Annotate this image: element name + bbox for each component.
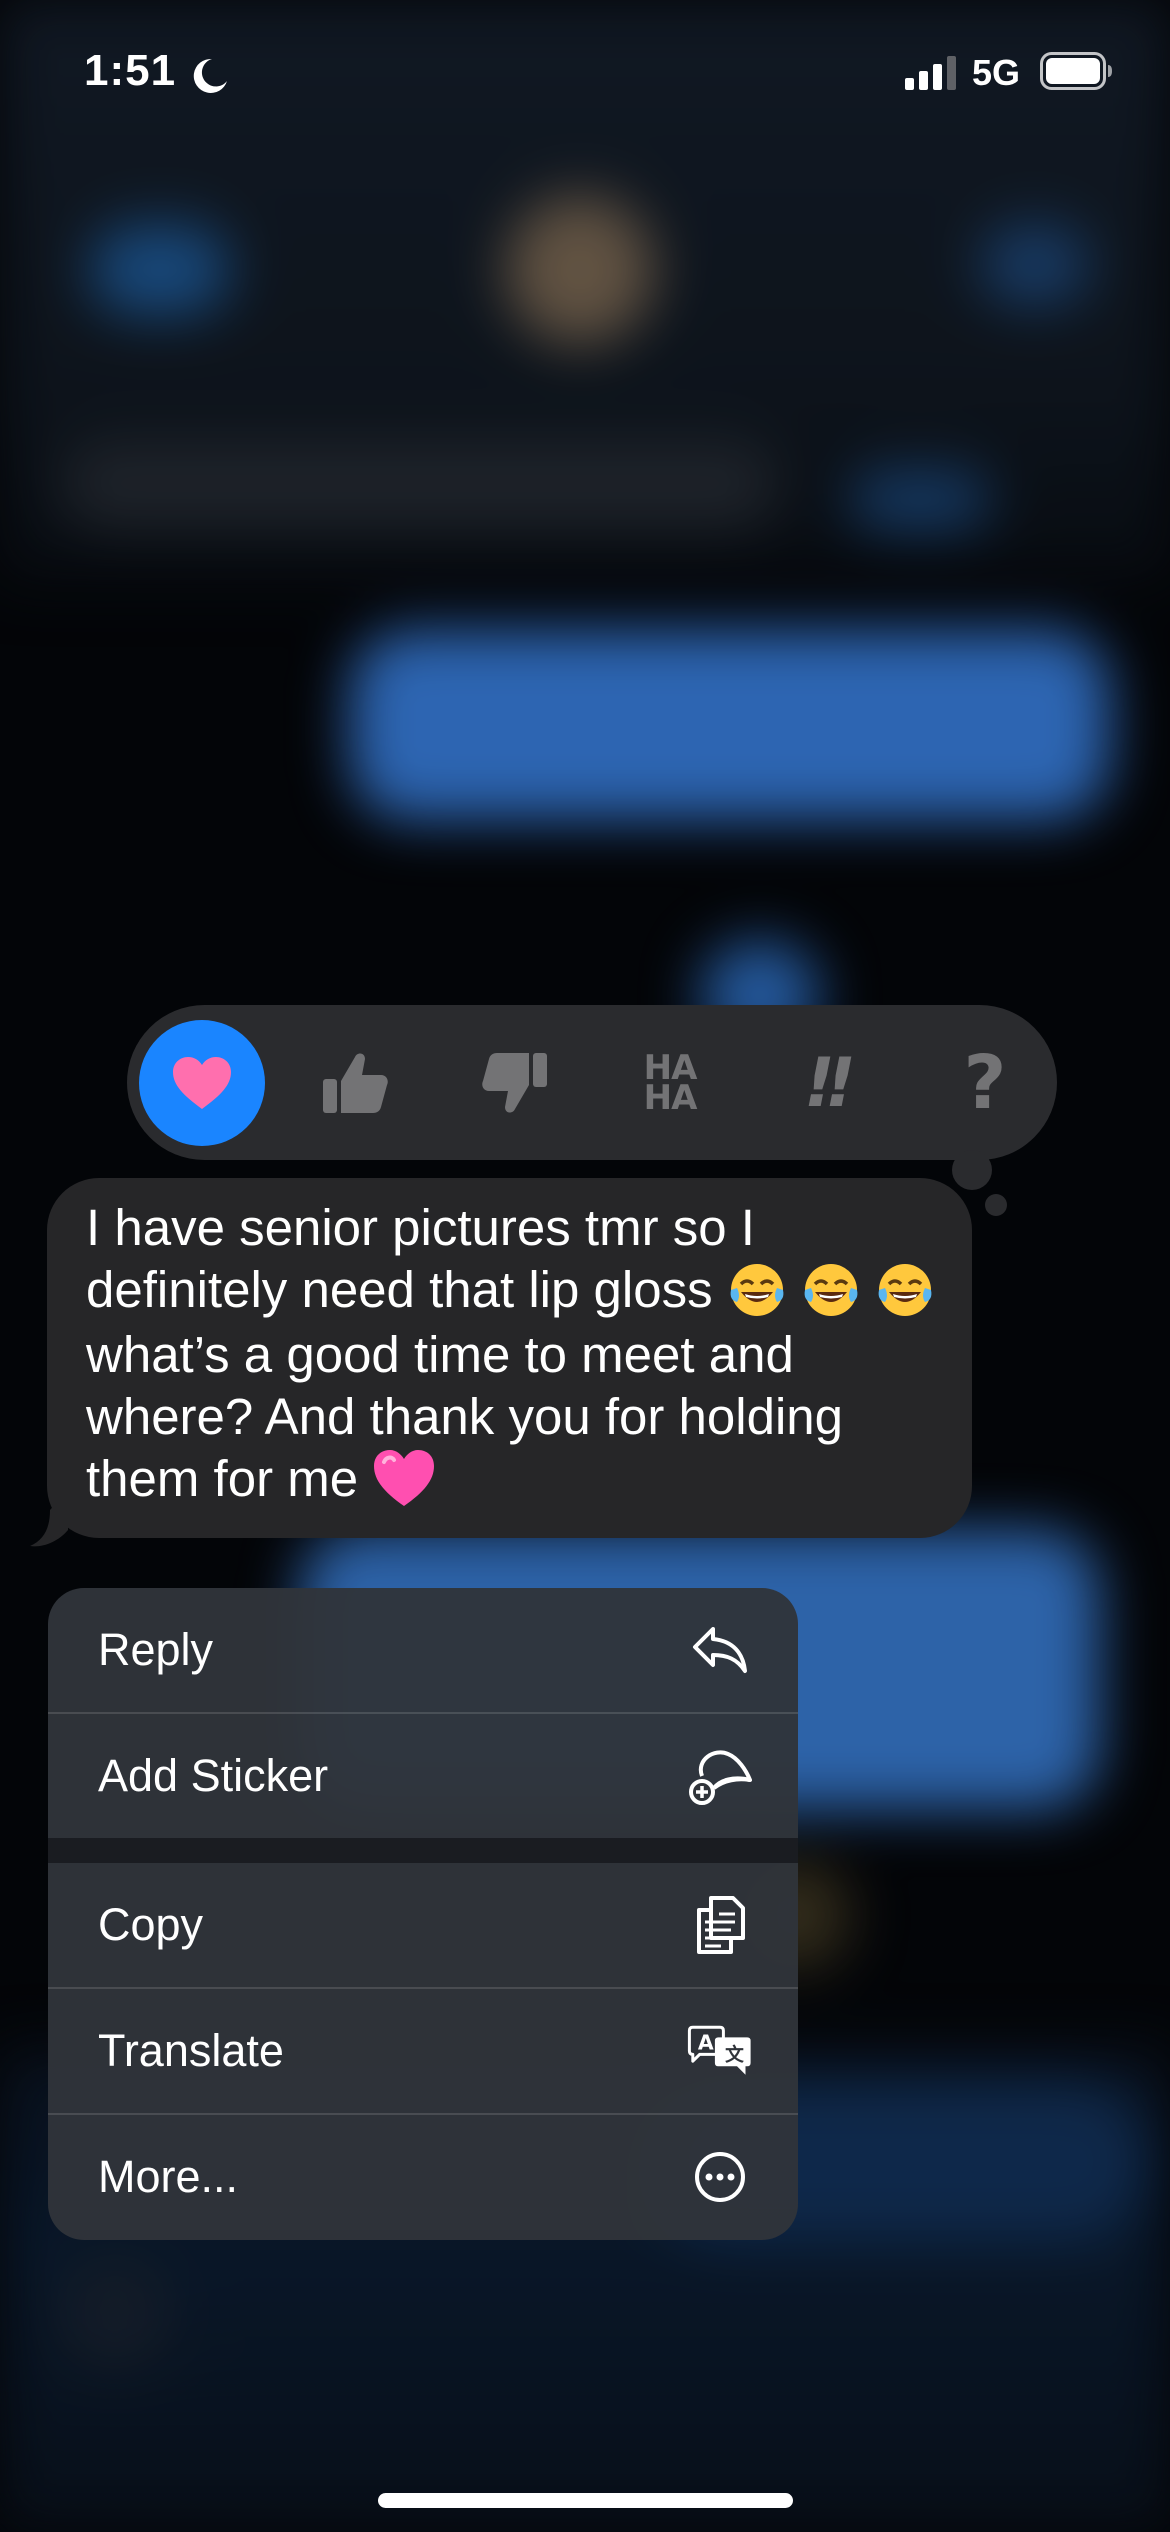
menu-section-gap [48,1838,798,1863]
menu-item-translate[interactable]: Translate A 文 [48,1989,798,2113]
tapback-heart-button[interactable] [139,1020,265,1146]
message-context-menu: Reply Add Sticker Copy Translate A 文 Mor… [48,1588,798,2240]
message-text-part1: I have senior pictures tmr so I definite… [86,1199,755,1318]
tapback-exclamation-button[interactable]: !! [762,1020,888,1146]
tapback-dislike-button[interactable] [452,1020,578,1146]
tapback-haha-button[interactable]: HA HA [607,1020,733,1146]
add-sticker-icon [686,1742,754,1810]
message-text: I have senior pictures tmr so I definite… [86,1197,966,1512]
thumbs-up-icon [323,1053,388,1113]
pink-heart-emoji-icon [374,1450,435,1507]
tapback-bar [127,1005,1057,1160]
menu-item-label: Copy [98,1899,204,1950]
haha-icon: HA HA [643,1048,698,1118]
svg-text:A: A [698,2030,714,2054]
menu-item-label: More... [98,2151,239,2202]
menu-item-more[interactable]: More... [48,2115,798,2239]
laughing-emoji-icon [730,1263,784,1316]
copy-icon [686,1891,754,1959]
network-type: 5G [972,52,1021,93]
laughing-emoji-icon [878,1263,932,1316]
messages-screen: 1:51 5G HA HA !! ? I have senior picture… [0,0,1170,2532]
status-time: 1:51 [84,46,177,95]
moon-icon [193,58,227,93]
menu-item-label: Translate [98,2025,284,2076]
home-indicator[interactable] [378,2493,793,2508]
svg-text:文: 文 [725,2044,744,2066]
tapback-question-button[interactable]: ? [922,1020,1048,1146]
laughing-emoji-icon [804,1263,858,1316]
thumbs-down-icon [482,1053,547,1113]
menu-item-label: Add Sticker [98,1750,329,1801]
reply-icon [686,1616,754,1684]
question-icon: ? [963,1040,1007,1126]
exclamation-icon: !! [803,1043,856,1123]
message-text-part2: what’s a good time to meet and where? An… [86,1325,844,1507]
menu-item-label: Reply [98,1624,214,1675]
menu-item-add-sticker[interactable]: Add Sticker [48,1714,798,1838]
battery-icon [1040,52,1112,90]
more-icon [686,2143,754,2211]
menu-item-copy[interactable]: Copy [48,1863,798,1987]
tapback-like-button[interactable] [292,1020,418,1146]
translate-icon: A 文 [686,2017,754,2085]
tapback-bar-tail [952,1150,992,1190]
menu-item-reply[interactable]: Reply [48,1588,798,1712]
message-bubble-tail [30,1490,68,1547]
signal-icon [905,56,956,90]
heart-icon [173,1057,231,1109]
tapback-bar-tail [985,1194,1007,1216]
